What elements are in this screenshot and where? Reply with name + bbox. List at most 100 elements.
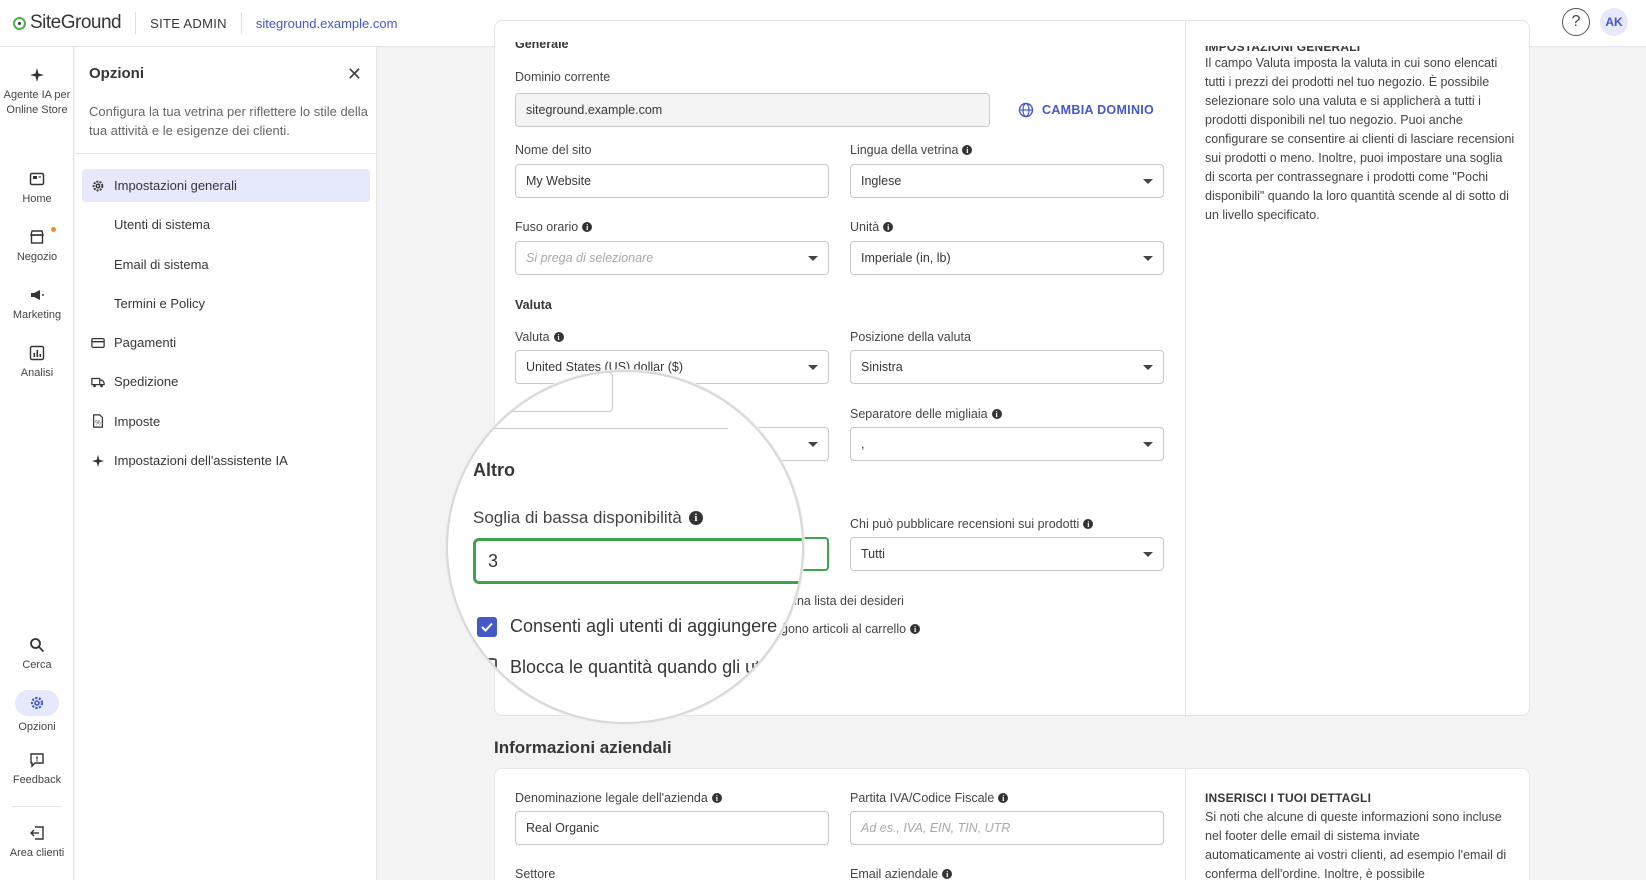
menu-item-label: Utenti di sistema: [114, 217, 211, 233]
megaphone-icon: [29, 287, 45, 303]
label-text: Fuso orario: [515, 220, 579, 234]
info-icon[interactable]: i: [998, 793, 1009, 803]
store-language-select[interactable]: Inglese: [850, 164, 1164, 198]
change-domain-button[interactable]: CAMBIA DOMINIO: [1018, 102, 1154, 118]
nav-client-area[interactable]: Area clienti: [0, 825, 74, 861]
label-text: Chi può pubblicare recensioni sui prodot…: [850, 517, 1080, 531]
nav-search[interactable]: Cerca: [0, 637, 74, 673]
menu-item-ai-assistant[interactable]: Impostazioni dell'assistente IA: [82, 444, 370, 477]
chevron-down-icon: [1143, 552, 1153, 557]
nav-label: Agente IA per Online Store: [3, 89, 71, 116]
divider: [240, 12, 242, 34]
label-text: Unità: [850, 220, 880, 234]
logo-text: SiteGround: [30, 12, 122, 33]
close-icon[interactable]: ✕: [347, 64, 362, 85]
checkbox-label: Blocca le quantità quando gli ut: [510, 657, 761, 677]
legal-name-input[interactable]: Real Organic: [515, 811, 829, 845]
site-name-input[interactable]: My Website: [515, 164, 829, 198]
thousands-separator-select[interactable]: ,: [850, 427, 1164, 461]
left-navigation: Agente IA per Online Store Home Negozio …: [0, 47, 74, 880]
current-domain-label: Dominio corrente: [515, 70, 611, 84]
help-icon[interactable]: ?: [1562, 8, 1590, 36]
nav-store[interactable]: Negozio: [0, 229, 74, 265]
wishlist-checkbox[interactable]: Consenti agli utenti di aggiungere a: [477, 616, 792, 637]
select-value: Sinistra: [861, 360, 903, 374]
info-icon[interactable]: i: [910, 624, 921, 634]
menu-item-general-settings[interactable]: Impostazioni generali: [82, 169, 370, 202]
menu-item-label: Spedizione: [114, 374, 179, 390]
info-icon[interactable]: i: [883, 222, 894, 232]
nav-ai-agent[interactable]: Agente IA per Online Store: [0, 67, 74, 118]
currency-position-label: Posizione della valuta: [850, 330, 971, 344]
chevron-down-icon: [808, 365, 818, 370]
menu-item-payments[interactable]: Pagamenti: [82, 326, 370, 359]
magnified-input: [448, 372, 613, 412]
sparkle-icon: [90, 453, 106, 469]
change-domain-label: CAMBIA DOMINIO: [1042, 103, 1155, 117]
checkbox-label: Consenti agli utenti di aggiungere a: [510, 616, 793, 636]
business-side-text: Si noti che alcune di queste informazion…: [1205, 810, 1507, 880]
info-icon[interactable]: i: [962, 145, 973, 155]
label-text: Nome del sito: [515, 143, 592, 157]
label-text: una lista dei desideri: [790, 594, 904, 608]
vat-input[interactable]: Ad es., IVA, EIN, TIN, UTR: [850, 811, 1164, 845]
label-text: Soglia di bassa disponibilità: [473, 508, 682, 527]
info-icon[interactable]: i: [553, 332, 564, 342]
reviews-select[interactable]: Tutti: [850, 537, 1164, 571]
siteground-logo[interactable]: SiteGround: [13, 12, 122, 34]
timezone-select[interactable]: Si prega di selezionare: [515, 241, 829, 275]
checkbox-checked-icon[interactable]: [477, 616, 497, 637]
avatar[interactable]: AK: [1600, 8, 1628, 36]
nav-label: Home: [22, 193, 52, 205]
nav-label: Area clienti: [9, 847, 65, 859]
info-icon[interactable]: i: [582, 222, 593, 232]
divider: [1185, 769, 1186, 880]
site-admin-title: SITE ADMIN: [150, 15, 227, 31]
nav-options[interactable]: Opzioni: [0, 690, 74, 735]
side-info-text: Il campo Valuta imposta la valuta in cui…: [1205, 56, 1515, 222]
site-domain-link[interactable]: siteground.example.com: [256, 16, 398, 31]
lock-quantity-checkbox[interactable]: Blocca le quantità quando gli ut: [477, 657, 760, 678]
options-menu: Impostazioni generali Utenti di sistema …: [82, 169, 370, 483]
divider: [12, 806, 62, 807]
label-text: Settore: [515, 867, 556, 880]
checkbox-unchecked-icon[interactable]: [477, 657, 497, 678]
thousands-separator-label: Separatore delle migliaia i: [850, 407, 1002, 421]
chevron-down-icon: [1143, 179, 1153, 184]
menu-item-taxes[interactable]: % Imposte: [82, 405, 370, 438]
notification-dot: [51, 227, 56, 232]
units-label: Unità i: [850, 220, 894, 234]
label-text: Partita IVA/Codice Fiscale: [850, 791, 995, 805]
menu-item-terms-policy[interactable]: Termini e Policy: [82, 287, 370, 320]
units-select[interactable]: Imperiale (in, lb): [850, 241, 1164, 275]
nav-home[interactable]: Home: [0, 171, 74, 207]
info-icon[interactable]: i: [991, 409, 1002, 419]
nav-marketing[interactable]: Marketing: [0, 287, 74, 323]
select-value: Imperiale (in, lb): [861, 251, 951, 265]
menu-item-system-users[interactable]: Utenti di sistema: [82, 208, 370, 241]
panel-description: Configura la tua vetrina per riflettere …: [89, 104, 368, 138]
currency-label: Valuta i: [515, 330, 564, 344]
info-icon[interactable]: i: [1083, 519, 1094, 529]
svg-text:%: %: [95, 420, 101, 427]
low-stock-input-magnified[interactable]: 3: [473, 538, 802, 584]
select-value: Inglese: [861, 174, 902, 188]
info-icon[interactable]: i: [942, 869, 953, 879]
chevron-down-icon: [1143, 442, 1153, 447]
menu-item-label: Termini e Policy: [114, 295, 206, 311]
menu-item-system-emails[interactable]: Email di sistema: [82, 248, 370, 281]
store-icon: [29, 229, 45, 245]
nav-label: Feedback: [12, 774, 62, 786]
label-text: Denominazione legale dell'azienda: [515, 791, 708, 805]
store-language-label: Lingua della vetrina i: [850, 143, 973, 157]
currency-position-select[interactable]: Sinistra: [850, 350, 1164, 384]
business-side-heading: INSERISCI I TUOI DETTAGLI: [1205, 791, 1372, 805]
info-icon[interactable]: i: [688, 511, 703, 525]
menu-item-shipping[interactable]: Spedizione: [82, 365, 370, 398]
label-text: Email aziendale: [850, 867, 939, 880]
nav-analytics[interactable]: Analisi: [0, 345, 74, 381]
chevron-down-icon: [1143, 256, 1153, 261]
nav-feedback[interactable]: Feedback: [0, 752, 74, 788]
analytics-icon: [29, 345, 45, 361]
info-icon[interactable]: i: [711, 793, 722, 803]
